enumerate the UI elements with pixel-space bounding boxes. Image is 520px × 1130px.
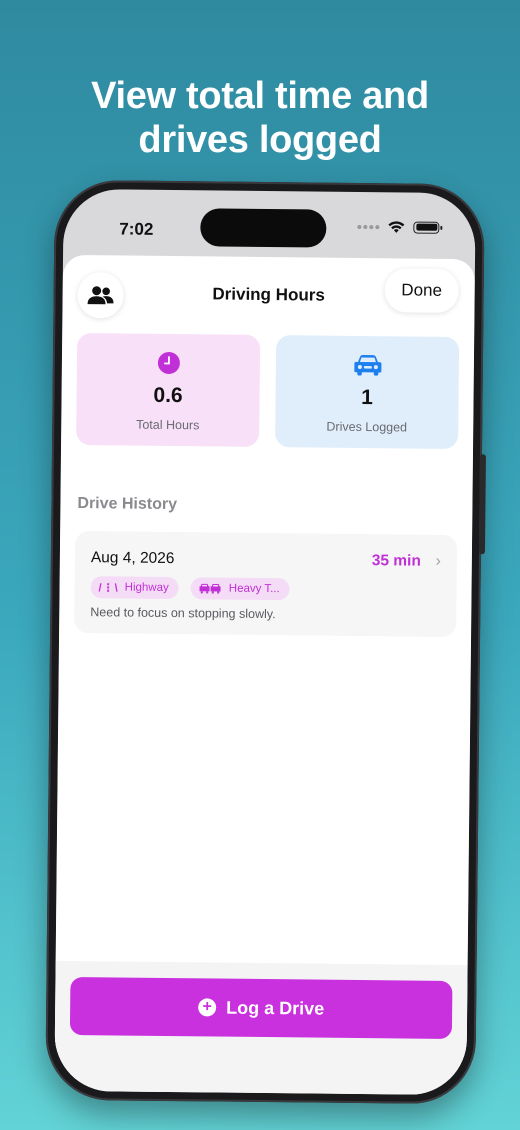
stats-row: 0.6 Total Hours 1 Drives Logged — [76, 333, 460, 450]
drives-logged-card: 1 Drives Logged — [275, 335, 460, 450]
total-hours-value: 0.6 — [153, 383, 183, 408]
chevron-right-icon: › — [435, 552, 441, 570]
drive-tags: /⋮\ Highway Heavy T... — [90, 576, 290, 601]
status-time: 7:02 — [119, 219, 154, 239]
bottom-action-area: + Log a Drive — [54, 960, 468, 1096]
status-icons — [357, 220, 440, 234]
traffic-cars-icon — [199, 583, 221, 594]
tag-label: Heavy T... — [228, 582, 280, 596]
total-hours-card: 0.6 Total Hours — [76, 333, 261, 447]
nav-bar: Driving Hours Done — [62, 255, 475, 331]
tag-highway: /⋮\ Highway — [90, 576, 179, 600]
phone-mockup: 7:02 Driving Hours Done 0.6 Total Hours … — [45, 179, 486, 1105]
car-icon — [353, 355, 381, 376]
dynamic-island — [200, 208, 327, 248]
drives-logged-label: Drives Logged — [326, 419, 408, 435]
battery-icon — [413, 221, 440, 234]
drive-history-item[interactable]: Aug 4, 2026 35 min › /⋮\ Highway Heavy T… — [74, 531, 458, 638]
plus-circle-icon: + — [198, 998, 217, 1017]
total-hours-label: Total Hours — [136, 417, 200, 433]
driving-hours-sheet: Driving Hours Done 0.6 Total Hours 1 Dri… — [54, 254, 476, 1096]
tag-heavy-traffic: Heavy T... — [190, 577, 290, 601]
cellular-signal-icon — [357, 224, 380, 229]
promo-headline: View total time and drives logged — [0, 74, 520, 162]
done-button[interactable]: Done — [384, 268, 459, 314]
drive-note: Need to focus on stopping slowly. — [90, 605, 276, 622]
clock-icon — [157, 351, 180, 374]
drive-date: Aug 4, 2026 — [90, 549, 175, 568]
drive-history-heading: Drive History — [77, 495, 178, 514]
phone-side-button — [478, 454, 486, 555]
drive-duration: 35 min — [371, 552, 421, 570]
wifi-icon — [388, 221, 405, 233]
headline-line-2: drives logged — [138, 119, 382, 161]
headline-line-1: View total time and — [91, 75, 429, 117]
highway-icon: /⋮\ — [98, 581, 119, 594]
tag-label: Highway — [124, 581, 169, 594]
phone-screen: 7:02 Driving Hours Done 0.6 Total Hours … — [54, 188, 476, 1096]
drives-logged-value: 1 — [361, 385, 374, 410]
status-bar: 7:02 — [63, 189, 476, 263]
log-drive-button[interactable]: + Log a Drive — [69, 976, 453, 1039]
log-drive-label: Log a Drive — [226, 997, 325, 1019]
